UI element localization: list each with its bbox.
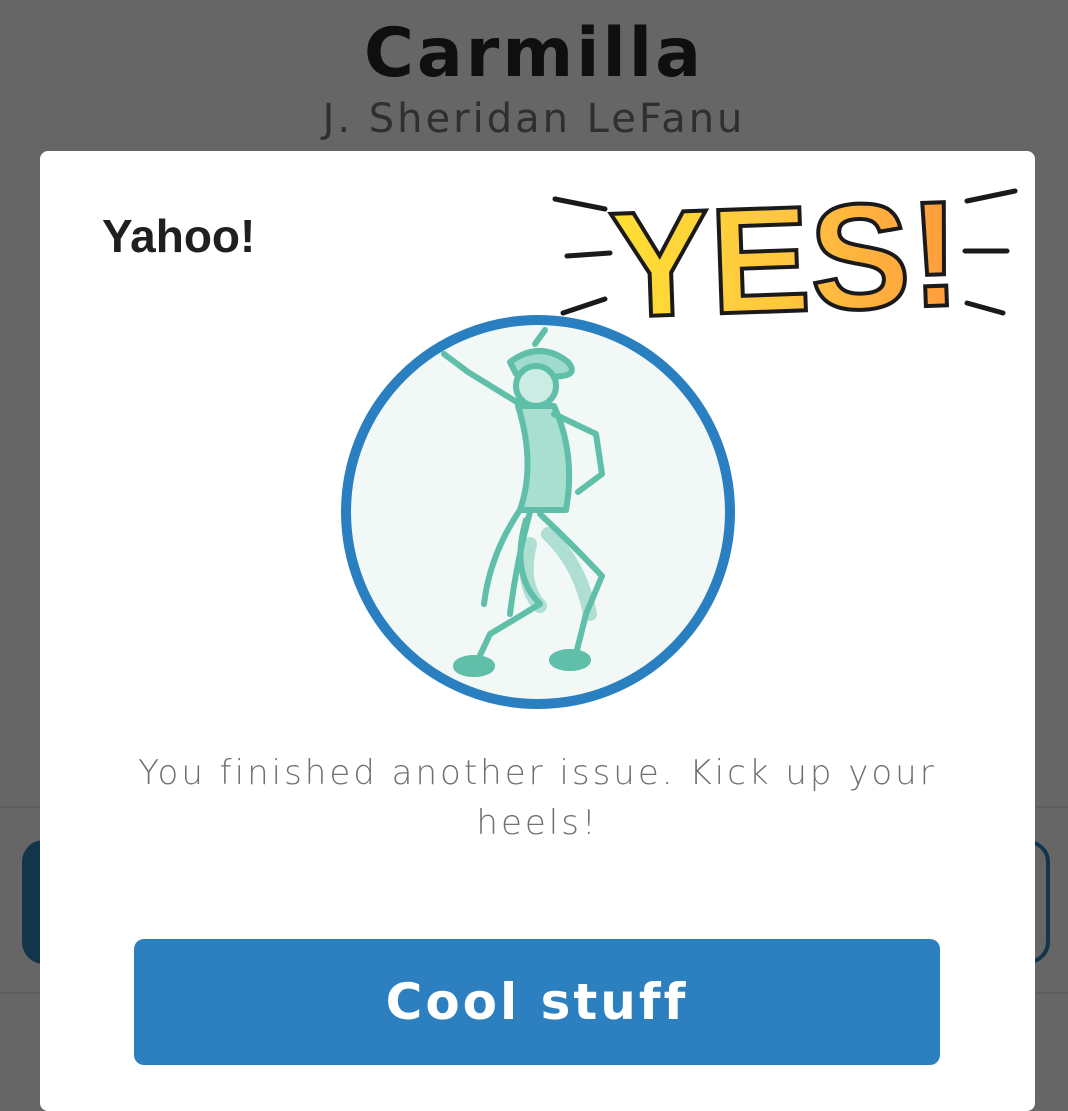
yes-celebration-graphic: YES! (552, 167, 1018, 331)
dialog-title: Yahoo! (102, 210, 256, 262)
dancing-figure-illustration-icon (341, 315, 735, 709)
burst-lines-right-icon (962, 188, 1018, 316)
yes-text: YES! (607, 169, 963, 331)
burst-lines-left-icon (552, 196, 613, 316)
book-author: J. Sheridan LeFanu (322, 96, 746, 142)
completion-dialog: Yahoo! YES! You finished another issue. … (40, 151, 1035, 1111)
cool-stuff-button[interactable]: Cool stuff (134, 939, 940, 1065)
completion-message: You finished another issue. Kick up your… (138, 753, 937, 843)
book-title: Carmilla (364, 14, 704, 93)
